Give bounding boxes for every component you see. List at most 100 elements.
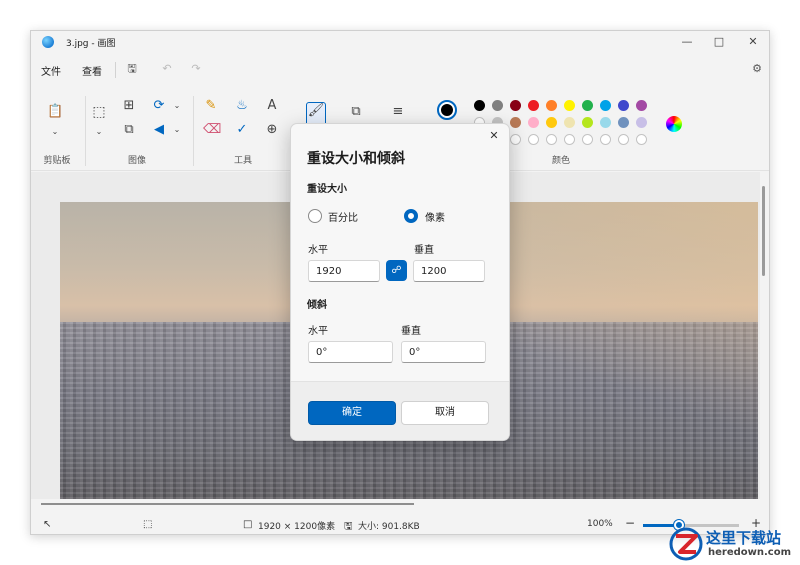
chevron-down-icon[interactable]: ⌄ (169, 98, 185, 114)
maximize-icon[interactable]: □ (707, 34, 731, 50)
file-size-icon: 🖫 (344, 521, 353, 532)
menu-file[interactable]: 文件 (41, 63, 61, 78)
color-swatch[interactable] (636, 117, 647, 128)
chevron-down-icon[interactable]: ⌄ (91, 124, 107, 140)
color-swatch[interactable] (582, 117, 593, 128)
resize-icon[interactable]: ⧉ (121, 122, 137, 138)
skew-horizontal-label: 水平 (308, 326, 328, 337)
clipboard-icon[interactable]: 📋 (47, 104, 63, 120)
custom-color-slot[interactable] (528, 134, 539, 145)
eraser-icon[interactable]: ⌫ (203, 122, 221, 138)
group-label-image: 图像 (127, 156, 146, 166)
dialog-close-icon[interactable]: ✕ (487, 129, 501, 143)
color-swatch[interactable] (636, 100, 647, 111)
watermark-site-url: heredown.com (708, 547, 792, 558)
pencil-icon[interactable]: ✎ (203, 98, 219, 114)
magnifier-icon[interactable]: ⊕ (264, 122, 280, 138)
zoom-level: 100% (587, 519, 613, 529)
percent-radio[interactable] (308, 209, 322, 223)
title-bar: 3.jpg - 画图 — □ ✕ (31, 31, 769, 53)
custom-color-slot[interactable] (636, 134, 647, 145)
horizontal-label: 水平 (308, 245, 328, 256)
selection-rectangle-icon[interactable]: ⬚ (91, 104, 107, 120)
custom-color-slot[interactable] (582, 134, 593, 145)
ribbon-divider (193, 96, 194, 166)
file-size: 大小: 901.8KB (358, 522, 420, 532)
horizontal-scrollbar[interactable] (41, 503, 414, 505)
selection-size-icon: ⬚ (143, 519, 153, 530)
chevron-down-icon[interactable]: ⌄ (169, 122, 185, 138)
group-label-clipboard: 剪贴板 (43, 156, 71, 166)
color-swatch[interactable] (600, 117, 611, 128)
custom-color-slot[interactable] (600, 134, 611, 145)
percent-radio-label: 百分比 (328, 213, 358, 224)
color-swatch[interactable] (618, 100, 629, 111)
custom-color-slot[interactable] (546, 134, 557, 145)
text-tool-icon[interactable]: A (264, 98, 280, 114)
color-swatch[interactable] (600, 100, 611, 111)
color-swatch[interactable] (528, 117, 539, 128)
crop-icon[interactable]: ⊞ (121, 98, 137, 114)
sky-haze (498, 202, 758, 499)
color-swatch[interactable] (618, 117, 629, 128)
color-swatch[interactable] (582, 100, 593, 111)
skew-vertical-input[interactable]: 0° (401, 341, 486, 363)
skew-section-label: 倾斜 (307, 300, 327, 311)
color-swatch[interactable] (492, 100, 503, 111)
chevron-down-icon[interactable]: ⌄ (47, 124, 63, 140)
pixel-radio[interactable] (404, 209, 418, 223)
custom-color-slot[interactable] (564, 134, 575, 145)
color-swatch[interactable] (564, 117, 575, 128)
current-color-swatch (441, 104, 453, 116)
lock-aspect-ratio-icon[interactable]: ☍ (386, 260, 407, 281)
cancel-button[interactable]: 取消 (401, 401, 489, 425)
vertical-scrollbar[interactable] (762, 186, 765, 276)
skew-horizontal-input[interactable]: 0° (308, 341, 393, 363)
save-icon[interactable]: 🖫 (124, 61, 140, 77)
watermark-logo (669, 527, 703, 561)
color-swatch[interactable] (528, 100, 539, 111)
width-input[interactable]: 1920 (308, 260, 380, 282)
ribbon-divider (85, 96, 86, 166)
flip-icon[interactable]: ◀ (151, 122, 167, 138)
color-picker-icon[interactable]: ✓ (234, 122, 250, 138)
settings-icon[interactable]: ⚙ (749, 61, 765, 77)
skew-vertical-label: 垂直 (401, 326, 421, 337)
watermark: 这里下载站 heredown.com (668, 525, 798, 563)
minimize-icon[interactable]: — (675, 34, 699, 50)
stroke-size-icon[interactable]: ≡ (390, 104, 406, 120)
ok-button[interactable]: 确定 (308, 401, 396, 425)
color-swatch[interactable] (564, 100, 575, 111)
rotate-icon[interactable]: ⟳ (151, 98, 167, 114)
pixel-radio-label: 像素 (425, 213, 445, 224)
menu-bar: 文件 查看 🖫 ↶ ↷ ⚙ (31, 59, 769, 81)
watermark-site-name: 这里下载站 (706, 529, 782, 547)
height-input[interactable]: 1200 (413, 260, 485, 282)
status-bar: ↖ ⬚ □ 1920 × 1200像素 🖫 大小: 901.8KB 100% −… (31, 514, 769, 534)
menu-divider (115, 62, 116, 78)
custom-color-slot[interactable] (510, 134, 521, 145)
redo-icon[interactable]: ↷ (188, 61, 204, 77)
menu-view[interactable]: 查看 (82, 63, 102, 78)
color-swatch[interactable] (510, 117, 521, 128)
color-swatch[interactable] (474, 100, 485, 111)
zoom-out-icon[interactable]: − (625, 516, 635, 530)
window-title: 3.jpg - 画图 (66, 39, 116, 49)
undo-icon[interactable]: ↶ (159, 61, 175, 77)
color-swatch[interactable] (510, 100, 521, 111)
shapes-icon[interactable]: ⧉ (348, 104, 364, 120)
color-swatch[interactable] (546, 100, 557, 111)
edit-colors-icon[interactable] (666, 116, 682, 132)
resize-skew-dialog: ✕ 重设大小和倾斜 重设大小 百分比 像素 水平 垂直 1920 ☍ 1200 … (290, 123, 510, 441)
custom-color-slot[interactable] (618, 134, 629, 145)
dialog-footer: 确定 取消 (291, 381, 509, 440)
close-icon[interactable]: ✕ (741, 34, 765, 50)
pointer-icon: ↖ (43, 519, 52, 530)
group-label-colors: 颜色 (551, 156, 570, 166)
fill-bucket-icon[interactable]: ♨ (234, 98, 250, 114)
group-label-tools: 工具 (233, 156, 252, 166)
dialog-title: 重设大小和倾斜 (307, 151, 405, 167)
canvas-size-icon: □ (243, 519, 253, 530)
image-dimensions: 1920 × 1200像素 (258, 522, 336, 532)
color-swatch[interactable] (546, 117, 557, 128)
